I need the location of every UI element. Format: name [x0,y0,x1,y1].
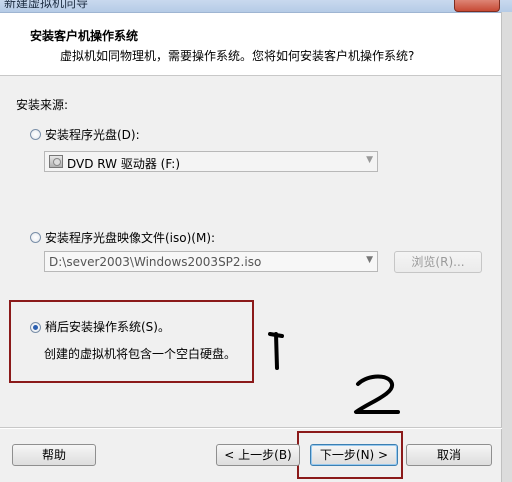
radio-installer-disc[interactable] [30,129,41,140]
annotation-number-2 [354,374,400,414]
chevron-down-icon: ▼ [366,155,373,165]
window-edge [501,12,512,482]
disc-drive-value: DVD RW 驱动器 (F:) [67,157,181,171]
window-title: 新建虚拟机向导 [4,0,89,10]
footer-separator [0,427,502,429]
annotation-number-1 [268,332,284,370]
next-button[interactable]: 下一步(N) > [310,444,398,466]
cancel-button[interactable]: 取消 [406,444,492,466]
install-source-label: 安装来源: [16,98,69,112]
iso-path-value: D:\sever2003\Windows2003SP2.iso [49,255,262,269]
page-title: 安装客户机操作系统 [30,29,139,43]
iso-image-label[interactable]: 安装程序光盘映像文件(iso)(M): [45,229,215,246]
disc-drive-select[interactable]: DVD RW 驱动器 (F:) ▼ [44,151,378,172]
iso-path-combo[interactable]: D:\sever2003\Windows2003SP2.iso ▼ [44,251,378,272]
annotation-box-install-later [9,300,254,383]
radio-iso-image[interactable] [30,232,41,243]
installer-disc-label[interactable]: 安装程序光盘(D): [45,126,140,143]
close-button[interactable] [454,0,500,12]
dvd-drive-icon [49,155,63,168]
wizard-header: 安装客户机操作系统 虚拟机如同物理机，需要操作系统。您将如何安装客户机操作系统? [0,13,502,76]
title-bar: 新建虚拟机向导 [0,0,512,13]
back-button[interactable]: < 上一步(B) [216,444,300,466]
help-button[interactable]: 帮助 [12,444,96,466]
chevron-down-icon: ▼ [366,255,373,265]
browse-button[interactable]: 浏览(R)... [394,251,482,273]
page-subtitle: 虚拟机如同物理机，需要操作系统。您将如何安装客户机操作系统? [60,49,415,63]
